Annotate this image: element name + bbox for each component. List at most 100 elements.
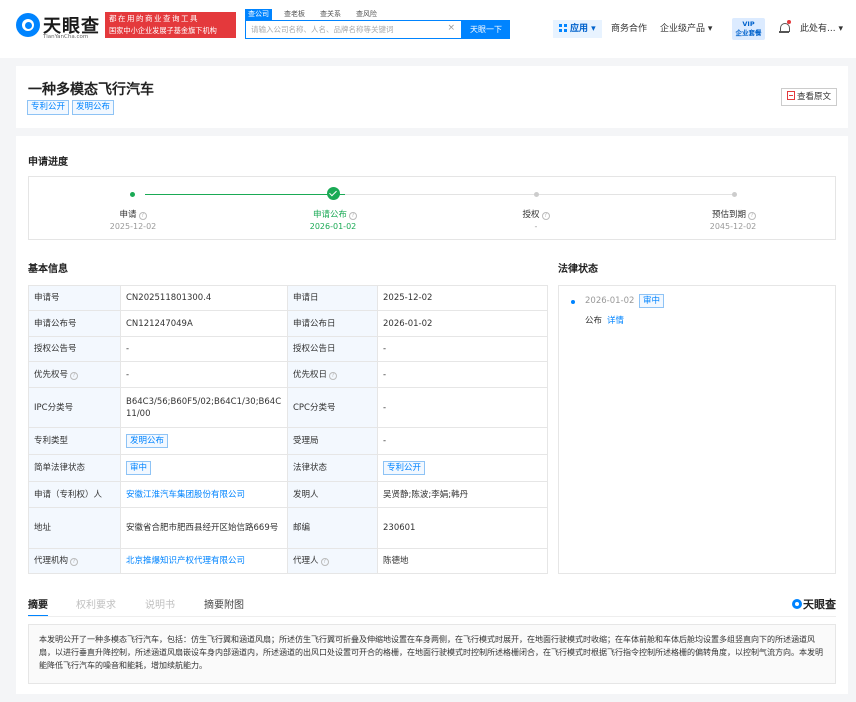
field-label: 优先权日? [287,361,378,388]
search-tab-relation[interactable]: 查关系 [317,9,344,20]
field-label: 申请日 [287,285,378,311]
field-value: 安徽省合肥市肥西县经开区始信路669号 [120,507,288,549]
vip-badge[interactable]: VIP 企业套餐 [732,18,765,40]
field-value: 230601 [377,507,548,549]
user-menu[interactable]: 此处有... ▾ [800,20,843,38]
field-label: 申请号 [28,285,121,311]
progress-step-publish-date: 2026-01-02 [309,222,357,231]
tab-claims[interactable]: 权利要求 [76,596,116,611]
step-label: 授权 [522,210,540,220]
nav-enterprise[interactable]: 企业级产品 ▾ [660,20,712,38]
chevron-down-icon: ▾ [835,24,843,34]
nav-business[interactable]: 商务合作 [611,20,647,38]
title-tags: 专利公开 发明公布 [27,100,117,115]
step-label: 申请 [119,210,137,220]
help-icon[interactable]: ? [349,212,357,220]
notification-dot [787,20,791,24]
field-label: 申请公布日 [287,310,378,337]
field-label-text: 优先权日 [293,369,328,380]
help-icon[interactable]: ? [138,212,147,220]
promo-banner[interactable]: 都在用的商业查询工具 国家中小企业发展子基金旗下机构 [105,12,236,38]
legal-status-tag: 专利公开 [383,461,426,475]
table-row: 代理机构? 北京推爆知识产权代理有限公司 代理人? 陈德地 [28,548,548,574]
agency-link[interactable]: 北京推爆知识产权代理有限公司 [126,556,245,566]
nav-app-menu[interactable]: 应用 ▾ [553,20,602,38]
field-value: 北京推爆知识产权代理有限公司 [120,548,288,574]
tag-invention-publication: 发明公布 [72,100,115,115]
search-button[interactable]: 天眼一下 [462,20,510,39]
logo-eye-icon [16,13,40,37]
view-original-button[interactable]: 查看原文 [780,88,837,106]
field-label: 代理机构? [28,548,121,574]
timeline-dot [571,300,575,304]
progress-line-pending [345,194,735,195]
field-value: 吴贤静;陈波;李娟;韩丹 [377,481,548,508]
clear-icon[interactable]: × [447,23,455,33]
progress-step-apply: 申请? [113,208,153,220]
page-title: 一种多模态飞行汽车 [28,82,154,98]
pdf-icon [786,91,795,100]
search-box: × [245,20,462,39]
legal-status-badge: 审中 [639,294,665,308]
field-label: 优先权号? [28,361,121,388]
tianyancha-logo[interactable]: 天眼查 TianYanCha.com [16,12,102,42]
field-label: 受理局 [287,427,378,455]
progress-line-done [145,194,345,195]
help-icon[interactable]: ? [541,212,550,220]
field-value: CN121247049A [120,310,288,337]
field-value: B64C3/56;B60F5/02;B64C1/30;B64C11/00 [120,387,288,428]
applicant-link[interactable]: 安徽江淮汽车集团股份有限公司 [126,490,245,500]
table-row: 授权公告号 - 授权公告日 - [28,336,548,362]
tab-abstract-figure[interactable]: 摘要附图 [204,596,244,611]
table-row: 优先权号? - 优先权日? - [28,361,548,388]
progress-step-publish: 申请公布? [305,208,365,220]
search-tab-boss[interactable]: 查老板 [281,9,308,20]
progress-dot-grant [534,192,539,197]
check-icon [327,187,340,200]
table-row: 申请公布号 CN121247049A 申请公布日 2026-01-02 [28,310,548,337]
search-tab-company[interactable]: 查公司 [245,9,272,20]
help-icon[interactable]: ? [329,371,338,380]
nav-app-label: 应用 [570,24,589,34]
field-label: 简单法律状态 [28,454,121,482]
table-row: 地址 安徽省合肥市肥西县经开区始信路669号 邮编 230601 [28,507,548,549]
help-icon[interactable]: ? [70,558,79,566]
tab-description[interactable]: 说明书 [145,596,175,611]
progress-timeline: 申请? 2025-12-02 申请公布? 2026-01-02 授权? - 预估… [28,176,836,240]
field-label: 申请公布号 [28,310,121,337]
banner-line2: 国家中小企业发展子基金旗下机构 [109,26,217,35]
help-icon[interactable]: ? [748,212,756,220]
table-row: 专利类型 发明公布 受理局 - [28,427,548,455]
nav-enterprise-label: 企业级产品 [660,24,706,34]
field-value: CN202511801300.4 [120,285,288,311]
help-icon[interactable]: ? [70,371,79,380]
top-header: 天眼查 TianYanCha.com 都在用的商业查询工具 国家中小企业发展子基… [0,0,856,58]
vip-label: VIP [742,20,755,28]
basic-info-table: 申请号 CN202511801300.4 申请日 2025-12-02 申请公布… [28,285,548,574]
help-icon[interactable]: ? [320,558,329,566]
field-value: - [120,361,288,388]
legal-status-detail-link[interactable]: 详情 [607,314,624,326]
field-value: 安徽江淮汽车集团股份有限公司 [120,481,288,508]
abstract-text: 本发明公开了一种多模态飞行汽车，包括：仿生飞行翼和涵道风扇；所述仿生飞行翼可折叠… [28,624,836,684]
tab-abstract[interactable]: 摘要 [28,596,48,617]
banner-line1: 都在用的商业查询工具 [109,14,199,23]
search-tab-risk[interactable]: 查风险 [353,9,380,20]
search-input[interactable] [251,21,441,38]
field-value: 发明公布 [120,427,288,455]
field-value: - [120,336,288,362]
view-original-label: 查看原文 [796,92,831,102]
progress-step-apply-date: 2025-12-02 [109,222,157,231]
table-row: IPC分类号 B64C3/56;B60F5/02;B64C1/30;B64C11… [28,387,548,428]
chevron-down-icon: ▾ [705,24,713,34]
field-label: 授权公告号 [28,336,121,362]
field-label: 授权公告日 [287,336,378,362]
field-label: 地址 [28,507,121,549]
field-value: 陈德地 [377,548,548,574]
field-value: - [377,427,548,455]
legal-status-type: 公布 [585,316,603,326]
brand-text: 天眼查 [803,598,836,611]
field-value: - [377,361,548,388]
field-label-text: 优先权号 [34,369,69,380]
legal-status-title: 法律状态 [558,264,598,275]
